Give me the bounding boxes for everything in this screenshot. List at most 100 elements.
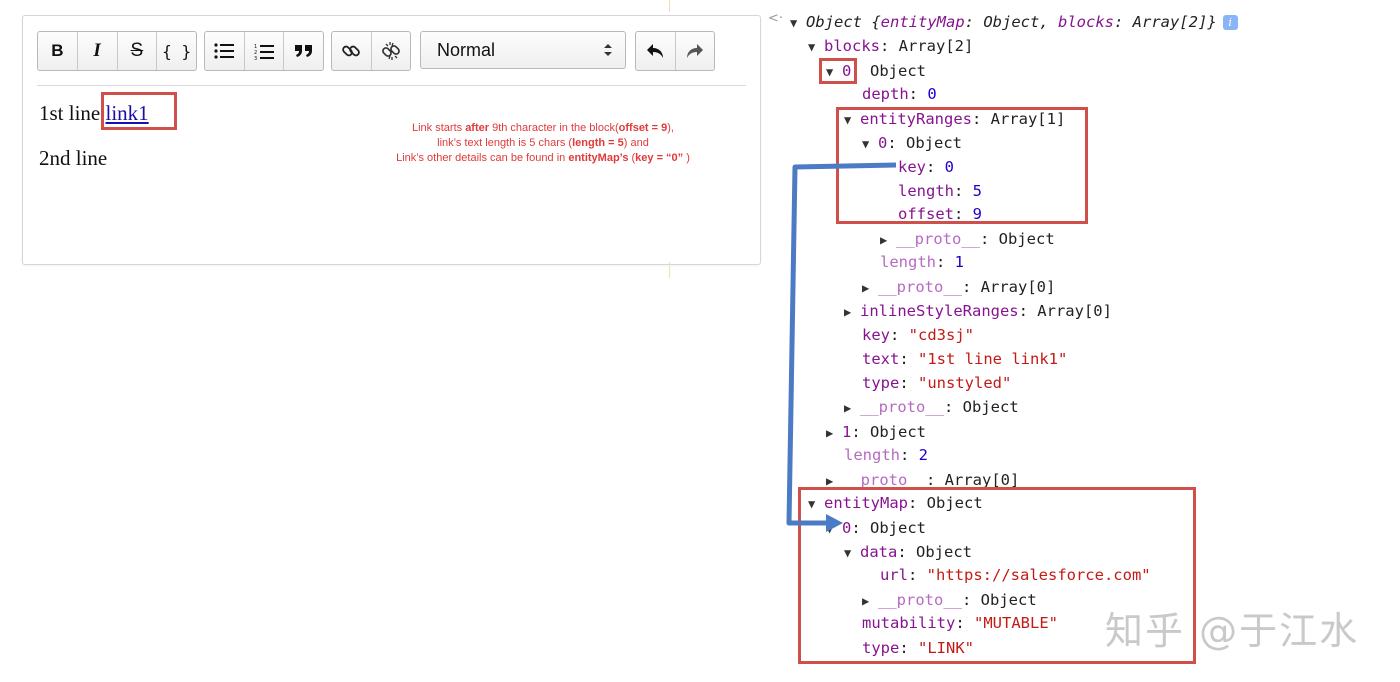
- tree-blocks[interactable]: ▼ blocks: Array[2]: [808, 34, 973, 58]
- editor-line-2[interactable]: 2nd line: [39, 146, 149, 191]
- block-type-select[interactable]: Normal: [420, 31, 626, 69]
- tree-entity-url[interactable]: url: "https://salesforce.com": [880, 563, 1151, 587]
- annotation-text: link’s text length is 5 chars (: [437, 137, 573, 149]
- guide-line: [669, 262, 670, 278]
- prop-key: data: [860, 543, 898, 561]
- watermark: 知乎 @于江水: [1105, 609, 1360, 653]
- tree-er-offset[interactable]: offset: 9: [898, 202, 982, 226]
- block-type-value: Normal: [437, 39, 496, 60]
- prop-value: 9: [972, 205, 983, 223]
- undo-icon: [647, 44, 664, 58]
- tree-blocks-proto[interactable]: ▶ __proto__: Array[0]: [826, 468, 1019, 492]
- code-button[interactable]: { }: [157, 32, 196, 70]
- bold-icon: B: [51, 41, 64, 60]
- prop-key: __proto__: [842, 471, 926, 489]
- link-button[interactable]: [332, 32, 372, 70]
- tree-entity-data[interactable]: ▼ data: Object: [844, 540, 972, 564]
- tree-entity-0[interactable]: ▼ 0: Object: [826, 516, 926, 540]
- prop-value: : Object: [944, 398, 1019, 416]
- redo-button[interactable]: [676, 32, 715, 70]
- collapsed-triangle-icon[interactable]: ▶: [844, 396, 860, 420]
- blockquote-button[interactable]: [284, 32, 323, 70]
- tree-root[interactable]: ▼ Object {entityMap: Object, blocks: Arra…: [790, 10, 1238, 34]
- link-1[interactable]: link1: [106, 101, 149, 125]
- tree-text[interactable]: text: "1st line link1": [862, 347, 1067, 371]
- tree-key[interactable]: key: "cd3sj": [862, 323, 974, 347]
- prop-value: 0: [927, 85, 937, 103]
- strikethrough-button[interactable]: S: [118, 32, 158, 70]
- prop-key: inlineStyleRanges: [860, 302, 1019, 320]
- svg-text:3: 3: [254, 56, 257, 60]
- collapse-arrow-icon[interactable]: <·: [768, 11, 783, 26]
- prop-value: : Object: [851, 62, 926, 80]
- prop-key: url: [880, 566, 908, 584]
- prop-key: 0: [842, 62, 852, 80]
- unlink-button[interactable]: [372, 32, 411, 70]
- expanded-triangle-icon[interactable]: ▼: [826, 517, 842, 541]
- annotation-bold: entityMap’s: [568, 152, 629, 164]
- ordered-list-icon: 1 2 3: [254, 44, 274, 60]
- collapsed-triangle-icon[interactable]: ▶: [880, 228, 896, 252]
- tree-entity-map[interactable]: ▼ entityMap: Object: [808, 491, 983, 515]
- tree-blocks-length[interactable]: length: 2: [844, 443, 928, 467]
- editor-content[interactable]: 1st line link1 2nd line: [39, 101, 149, 191]
- expanded-triangle-icon[interactable]: ▼: [808, 492, 824, 516]
- root-key-entitymap: entityMap: [880, 13, 965, 31]
- collapsed-triangle-icon[interactable]: ▶: [862, 589, 878, 613]
- tree-er-length[interactable]: length: 5: [898, 179, 982, 203]
- unordered-list-icon: [214, 43, 235, 59]
- bold-button[interactable]: B: [38, 32, 78, 70]
- tree-data-proto[interactable]: ▶ __proto__: Object: [862, 588, 1037, 612]
- collapsed-triangle-icon[interactable]: ▶: [844, 300, 860, 324]
- prop-key: __proto__: [860, 398, 944, 416]
- prop-key: key: [898, 158, 926, 176]
- tree-entity-ranges[interactable]: ▼ entityRanges: Array[1]: [844, 107, 1065, 131]
- editor-line-1[interactable]: 1st line link1: [39, 101, 149, 146]
- tree-entity-type[interactable]: type: "LINK": [862, 636, 974, 660]
- expanded-triangle-icon[interactable]: ▼: [844, 108, 860, 132]
- prop-key: length: [898, 182, 954, 200]
- history-group: [635, 31, 715, 71]
- prop-key: __proto__: [878, 591, 962, 609]
- tree-block-1[interactable]: ▶ 1: Object: [826, 420, 926, 444]
- prop-value: 1: [954, 253, 965, 271]
- expanded-triangle-icon[interactable]: ▼: [808, 35, 824, 59]
- collapsed-triangle-icon[interactable]: ▶: [826, 421, 842, 445]
- annotation-text: ): [683, 152, 690, 164]
- annotation-bold: after: [465, 122, 490, 134]
- annotation-bold: offset = 9: [618, 122, 668, 134]
- prop-key: type: [862, 639, 900, 657]
- tree-mutability[interactable]: mutability: "MUTABLE": [862, 611, 1058, 635]
- ordered-list-button[interactable]: 1 2 3: [245, 32, 285, 70]
- italic-button[interactable]: I: [78, 32, 118, 70]
- prop-value: "1st line link1": [918, 350, 1068, 368]
- prop-value: : Object: [887, 134, 962, 152]
- prop-value: : Object: [908, 494, 983, 512]
- prop-value: "unstyled": [918, 374, 1012, 392]
- expanded-triangle-icon[interactable]: ▼: [826, 60, 842, 84]
- tree-block0-proto[interactable]: ▶ __proto__: Object: [844, 395, 1019, 419]
- undo-button[interactable]: [636, 32, 676, 70]
- tree-er-length-count[interactable]: length: 1: [880, 250, 964, 274]
- tree-er0-proto[interactable]: ▶ __proto__: Object: [880, 227, 1055, 251]
- tree-inline-style-ranges[interactable]: ▶ inlineStyleRanges: Array[0]: [844, 299, 1112, 323]
- tree-er-proto[interactable]: ▶ __proto__: Array[0]: [862, 275, 1055, 299]
- prop-value: "MUTABLE": [974, 614, 1058, 632]
- expanded-triangle-icon[interactable]: ▼: [790, 11, 806, 35]
- tree-depth[interactable]: depth: 0: [862, 82, 937, 106]
- tree-er-key[interactable]: key: 0: [898, 155, 954, 179]
- tree-entity-range-0[interactable]: ▼ 0: Object: [862, 131, 962, 155]
- info-icon[interactable]: i: [1222, 15, 1238, 30]
- prop-value: : Array[2]: [880, 37, 974, 55]
- collapsed-triangle-icon[interactable]: ▶: [826, 469, 842, 493]
- collapsed-triangle-icon[interactable]: ▶: [862, 276, 878, 300]
- expanded-triangle-icon[interactable]: ▼: [862, 132, 878, 156]
- unordered-list-button[interactable]: [205, 32, 245, 70]
- prop-key: __proto__: [878, 278, 962, 296]
- expanded-triangle-icon[interactable]: ▼: [844, 541, 860, 565]
- redo-icon: [686, 44, 703, 58]
- annotation-line-3: Link’s other details can be found in ent…: [373, 151, 713, 166]
- tree-type[interactable]: type: "unstyled": [862, 371, 1011, 395]
- prop-key: depth: [862, 85, 909, 103]
- tree-block-0[interactable]: ▼ 0: Object: [826, 59, 926, 83]
